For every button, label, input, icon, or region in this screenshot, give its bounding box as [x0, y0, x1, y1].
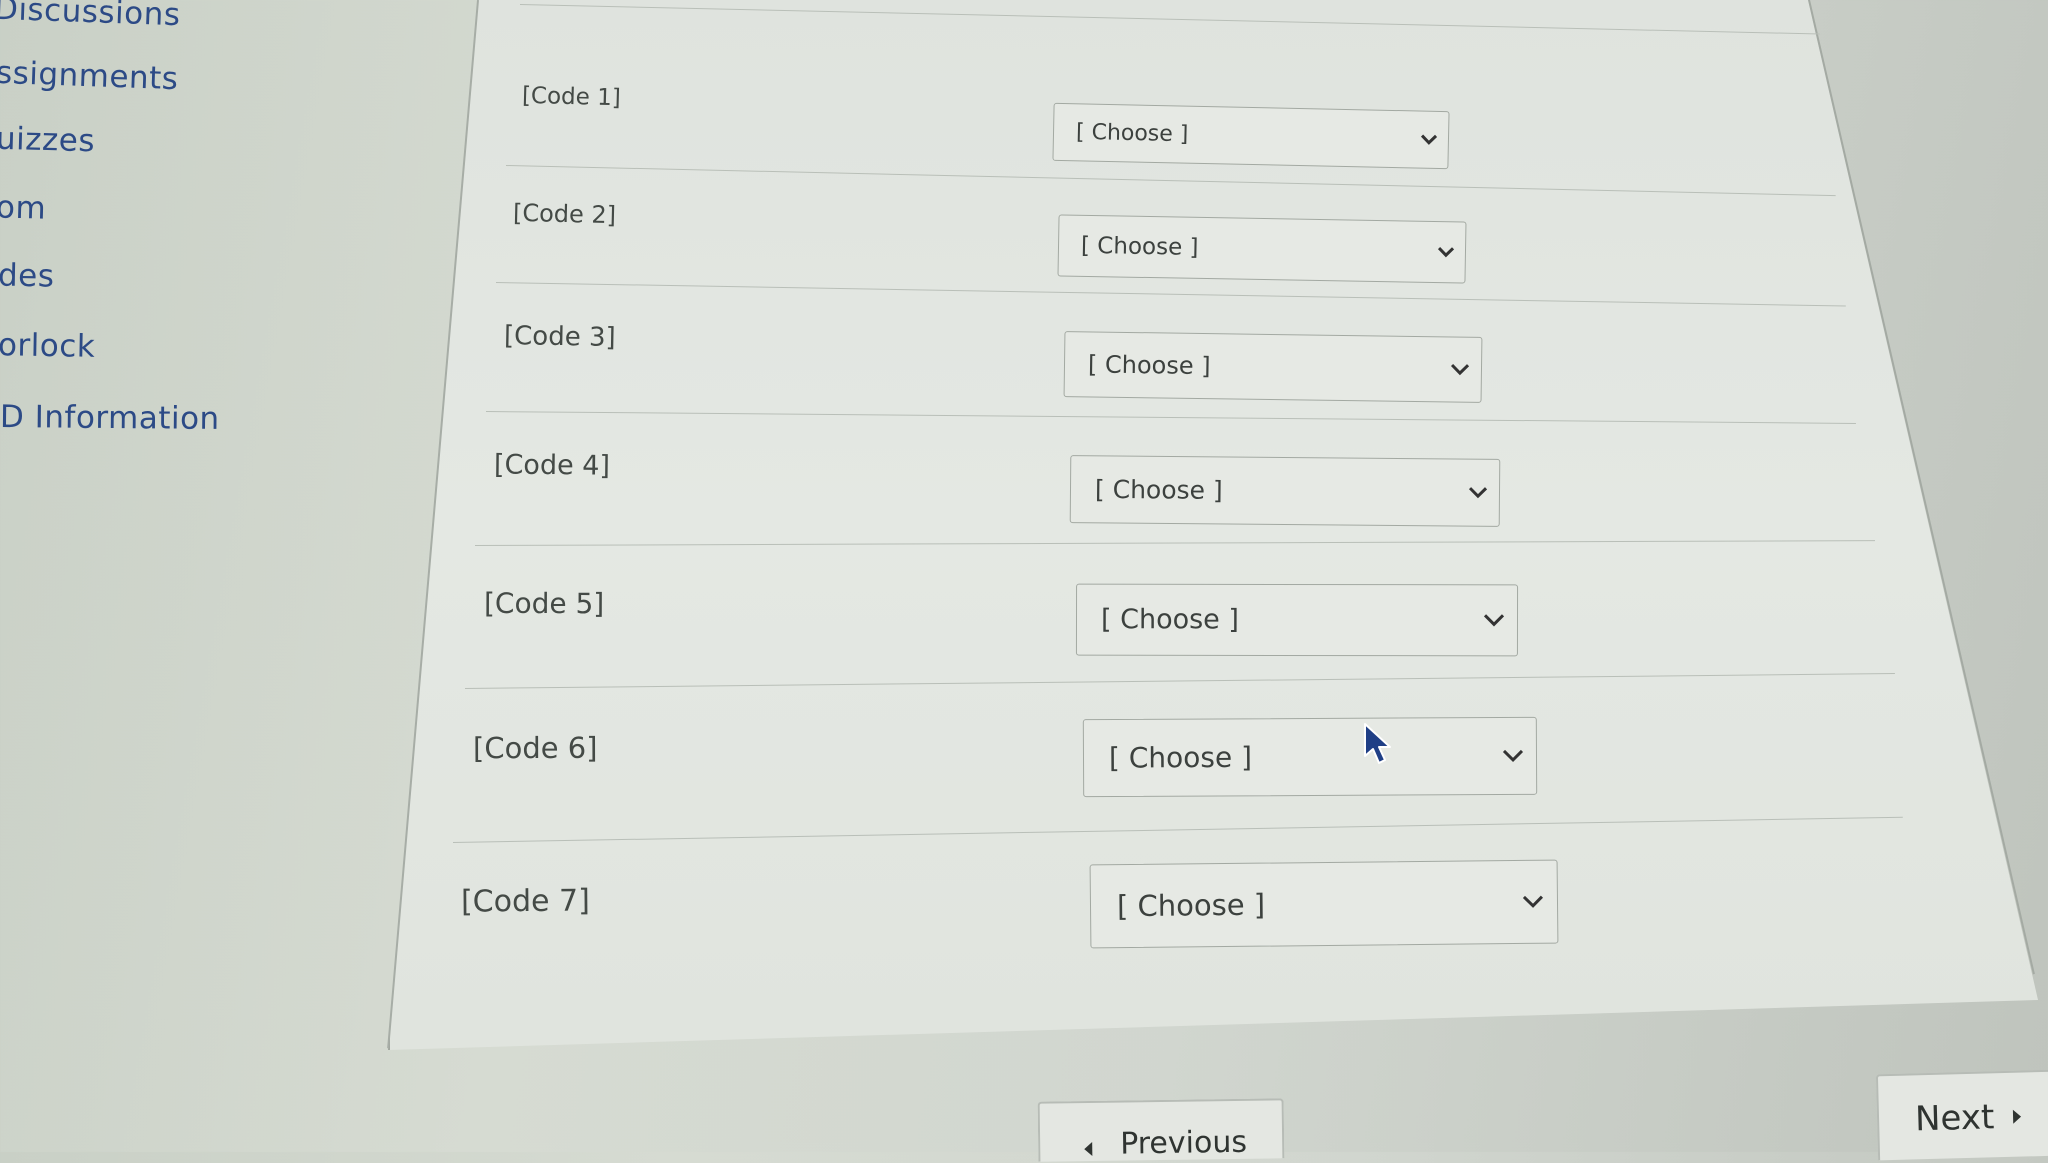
chevron-down-icon — [1437, 247, 1455, 258]
sidebar-item-assignments[interactable]: ssignments — [0, 55, 179, 97]
chevron-down-icon — [1483, 614, 1505, 627]
previous-button-label: Previous — [1119, 1124, 1248, 1162]
select-value: [ Choose ] — [1116, 887, 1266, 924]
sidebar-item-quizzes[interactable]: uizzes — [0, 121, 95, 160]
caret-left-icon — [1084, 1141, 1093, 1156]
code-label: [Code 6] — [472, 730, 598, 766]
select-value: [ Choose ] — [1100, 604, 1239, 636]
sidebar-item-id-information[interactable]: D Information — [0, 399, 220, 437]
code-label: [Code 3] — [503, 321, 616, 353]
sidebar-item-zoom[interactable]: om — [0, 189, 47, 226]
code-6-select[interactable]: [ Choose ] — [1082, 716, 1538, 798]
select-value: [ Choose ] — [1108, 740, 1253, 775]
select-value: [ Choose ] — [1080, 232, 1199, 261]
mouse-cursor-icon — [1364, 723, 1391, 764]
code-2-select[interactable]: [ Choose ] — [1057, 214, 1467, 284]
code-label: [Code 1] — [521, 82, 622, 112]
code-label: [Code 7] — [460, 883, 590, 920]
course-nav-sidebar: Discussions ssignments uizzes om des orl… — [0, 0, 380, 1152]
code-label: [Code 5] — [483, 586, 605, 621]
code-7-select[interactable]: [ Choose ] — [1089, 859, 1559, 949]
code-1-select[interactable]: [ Choose ] — [1052, 102, 1450, 170]
next-button[interactable]: Next — [1875, 1069, 2048, 1161]
code-label: [Code 2] — [512, 198, 617, 230]
chevron-down-icon — [1502, 749, 1524, 763]
code-4-select[interactable]: [ Choose ] — [1069, 455, 1501, 527]
select-value: [ Choose ] — [1075, 119, 1189, 148]
next-button-label: Next — [1914, 1097, 1995, 1140]
chevron-down-icon — [1450, 363, 1470, 376]
select-value: [ Choose ] — [1087, 350, 1211, 381]
chevron-down-icon — [1468, 487, 1488, 499]
sidebar-item-discussions[interactable]: Discussions — [0, 0, 181, 33]
select-value: [ Choose ] — [1094, 474, 1223, 505]
caret-right-icon — [2012, 1109, 2022, 1124]
previous-button[interactable]: Previous — [1037, 1098, 1285, 1162]
code-label: [Code 4] — [493, 449, 611, 482]
code-3-select[interactable]: [ Choose ] — [1063, 331, 1483, 403]
chevron-down-icon — [1420, 134, 1438, 145]
chevron-down-icon — [1522, 895, 1544, 908]
code-5-select[interactable]: [ Choose ] — [1075, 583, 1519, 657]
sidebar-item-proctorlock[interactable]: orlock — [0, 327, 96, 365]
sidebar-item-grades[interactable]: des — [0, 258, 55, 295]
